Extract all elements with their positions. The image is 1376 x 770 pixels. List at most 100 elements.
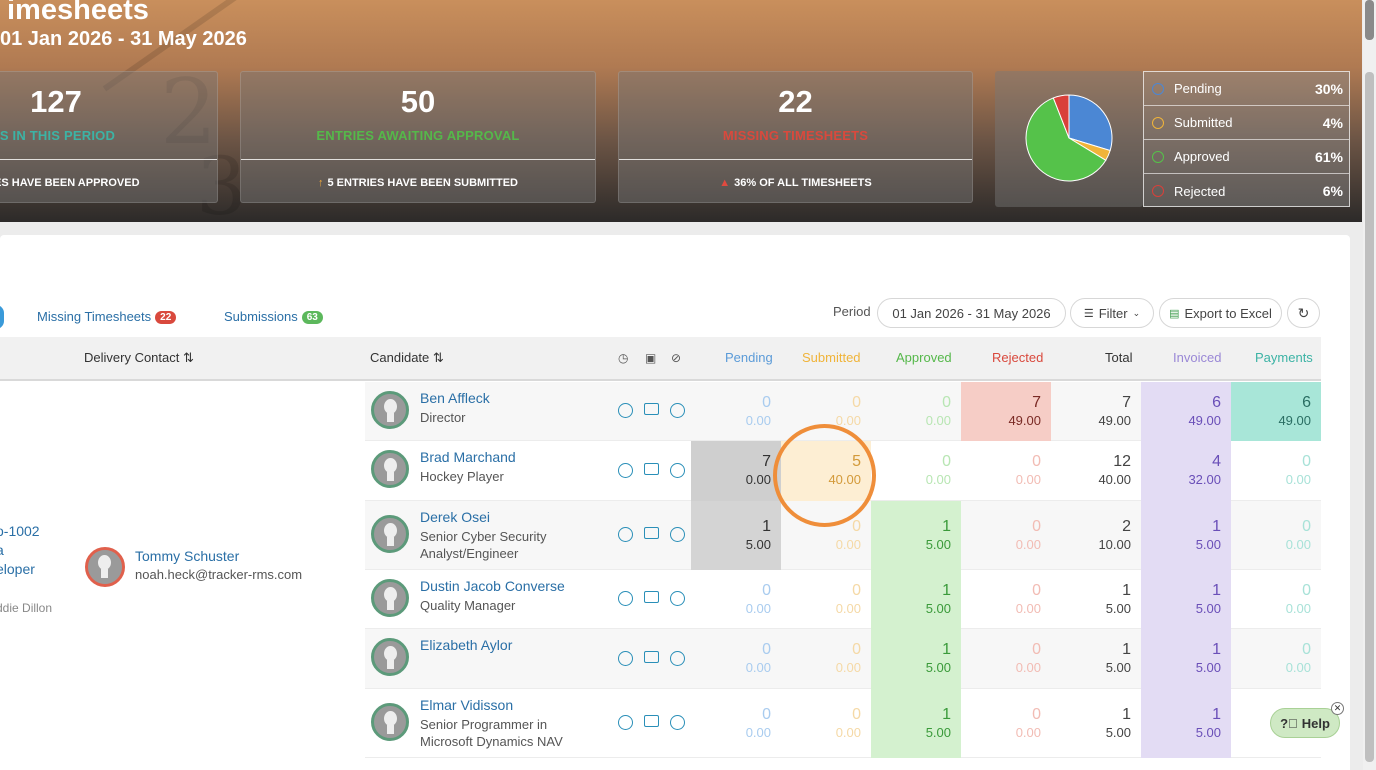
approved-hours: 0.00: [925, 472, 951, 487]
placement-job-link[interactable]: eloper: [0, 561, 35, 577]
invoiced-hours: 5.00: [1195, 724, 1221, 740]
candidate-role: Senior Cyber Security Analyst/Engineer: [420, 529, 547, 561]
clock-icon[interactable]: [618, 527, 633, 542]
placement-id-link[interactable]: o-1002: [0, 523, 40, 539]
invoiced-cell[interactable]: 4 32.00: [1141, 441, 1231, 501]
total-count: 1: [1122, 641, 1131, 658]
pending-cell[interactable]: 0 0.00: [691, 570, 781, 629]
filter-button[interactable]: ☰ Filter ⌄: [1070, 298, 1154, 328]
invoiced-cell[interactable]: 1 5.00: [1141, 629, 1231, 689]
briefcase-icon[interactable]: [644, 462, 659, 475]
total-cell[interactable]: 7 49.00: [1051, 382, 1141, 441]
column-header-delivery-contact[interactable]: Delivery Contact ⇅: [84, 350, 194, 366]
clock-icon[interactable]: [618, 403, 633, 418]
pending-hours: 0.00: [745, 600, 771, 616]
total-cell[interactable]: 1 5.00: [1051, 629, 1141, 689]
refresh-button[interactable]: ↻: [1287, 298, 1320, 328]
currency-icon[interactable]: [670, 650, 685, 666]
clock-icon: ◷: [618, 351, 629, 365]
payments-cell[interactable]: 00.00: [1231, 629, 1321, 689]
rejected-cell[interactable]: 7 49.00: [961, 382, 1051, 441]
total-cell[interactable]: 2 10.00: [1051, 501, 1141, 570]
submitted-cell[interactable]: 0 0.00: [781, 629, 871, 689]
submitted-hours: 0.00: [835, 600, 861, 616]
help-button[interactable]: ?⃝ Help: [1270, 708, 1340, 738]
payments-count: 0: [1302, 581, 1311, 599]
legend-row-rejected[interactable]: Rejected 6%: [1144, 174, 1349, 208]
delivery-contact-name[interactable]: Tommy Schuster: [135, 548, 239, 564]
payments-cell[interactable]: 00.00: [1231, 570, 1321, 629]
rejected-cell[interactable]: 0 0.00: [961, 570, 1051, 629]
candidate-name-link[interactable]: Elizabeth Aylor: [420, 637, 512, 653]
column-header-candidate[interactable]: Candidate ⇅: [370, 350, 444, 366]
candidate-name-link[interactable]: Brad Marchand: [420, 449, 516, 465]
export-excel-button[interactable]: ▤ Export to Excel: [1159, 298, 1282, 328]
briefcase-icon[interactable]: [644, 527, 659, 539]
approved-cell[interactable]: 1 5.00: [871, 689, 961, 758]
currency-icon[interactable]: [670, 591, 685, 606]
scrollbar-thumb[interactable]: [1365, 72, 1374, 762]
clock-icon[interactable]: [618, 591, 633, 606]
payments-cell[interactable]: 00.00: [1231, 441, 1321, 501]
legend-name: Pending: [1174, 81, 1222, 96]
invoiced-cell[interactable]: 1 5.00: [1141, 501, 1231, 570]
pending-cell[interactable]: 0 0.00: [691, 382, 781, 441]
candidate-avatar: [371, 514, 409, 553]
period-picker-button[interactable]: 01 Jan 2026 - 31 May 2026: [877, 298, 1066, 328]
invoiced-cell[interactable]: 6 49.00: [1141, 382, 1231, 441]
briefcase-icon[interactable]: [644, 715, 659, 727]
approved-cell[interactable]: 0 0.00: [871, 382, 961, 441]
clock-icon[interactable]: [618, 462, 633, 478]
rejected-cell[interactable]: 0 0.00: [961, 629, 1051, 689]
candidate-name-link[interactable]: Elmar Vidisson: [420, 697, 513, 713]
currency-icon[interactable]: [670, 527, 685, 542]
stat-footer: ▲ 36% OF ALL TIMESHEETS: [619, 177, 972, 189]
clock-icon[interactable]: [618, 715, 633, 730]
rejected-cell[interactable]: 0 0.00: [961, 501, 1051, 570]
briefcase-icon[interactable]: [644, 591, 659, 603]
briefcase-icon[interactable]: [644, 403, 659, 415]
close-help-icon[interactable]: ✕: [1331, 702, 1344, 715]
candidate-name-link[interactable]: Ben Affleck: [420, 390, 490, 406]
candidate-name-link[interactable]: Derek Osei: [420, 509, 490, 525]
legend-row-approved[interactable]: Approved 61%: [1144, 140, 1349, 174]
scrollbar-top[interactable]: [1365, 0, 1374, 40]
candidate-name-link[interactable]: Dustin Jacob Converse: [420, 578, 565, 594]
total-cell[interactable]: 1 5.00: [1051, 689, 1141, 758]
submitted-cell[interactable]: 0 0.00: [781, 570, 871, 629]
total-cell[interactable]: 12 40.00: [1051, 441, 1141, 501]
pending-cell[interactable]: 0 0.00: [691, 629, 781, 689]
currency-icon[interactable]: [670, 462, 685, 478]
tab-submissions[interactable]: Submissions 63: [224, 309, 323, 324]
invoiced-cell[interactable]: 1 5.00: [1141, 570, 1231, 629]
briefcase-icon[interactable]: [644, 650, 659, 663]
pending-cell[interactable]: 1 5.00: [691, 501, 781, 570]
invoiced-cell[interactable]: 1 5.00: [1141, 689, 1231, 758]
placement-client-link[interactable]: a: [0, 542, 4, 558]
total-cell[interactable]: 1 5.00: [1051, 570, 1141, 629]
payments-cell[interactable]: 6 49.00: [1231, 382, 1321, 441]
pending-cell[interactable]: 0 0.00: [691, 689, 781, 758]
total-hours: 40.00: [1098, 472, 1131, 487]
stat-label: ES IN THIS PERIOD: [0, 128, 116, 143]
rejected-hours: 0.00: [1015, 660, 1041, 675]
submitted-cell[interactable]: 0 0.00: [781, 689, 871, 758]
rejected-count: 0: [1032, 517, 1041, 535]
rejected-cell[interactable]: 0 0.00: [961, 441, 1051, 501]
legend-row-pending[interactable]: Pending 30%: [1144, 72, 1349, 106]
currency-icon[interactable]: [670, 403, 685, 418]
filter-icon: ☰: [1083, 307, 1094, 320]
approved-cell[interactable]: 0 0.00: [871, 441, 961, 501]
approved-cell[interactable]: 1 5.00: [871, 570, 961, 629]
currency-icon[interactable]: [670, 715, 685, 730]
stat-label: MISSING TIMESHEETS: [722, 128, 869, 143]
pending-cell[interactable]: 7 0.00: [691, 441, 781, 501]
legend-row-submitted[interactable]: Submitted 4%: [1144, 106, 1349, 140]
approved-cell[interactable]: 1 5.00: [871, 629, 961, 689]
clock-icon[interactable]: [618, 650, 633, 666]
payments-cell[interactable]: 00.00: [1231, 501, 1321, 570]
tab-missing-timesheets[interactable]: Missing Timesheets 22: [37, 309, 177, 324]
rejected-cell[interactable]: 0 0.00: [961, 689, 1051, 758]
stat-card-entries: 127 ES IN THIS PERIOD IES HAVE BEEN APPR…: [0, 71, 218, 203]
approved-cell[interactable]: 1 5.00: [871, 501, 961, 570]
